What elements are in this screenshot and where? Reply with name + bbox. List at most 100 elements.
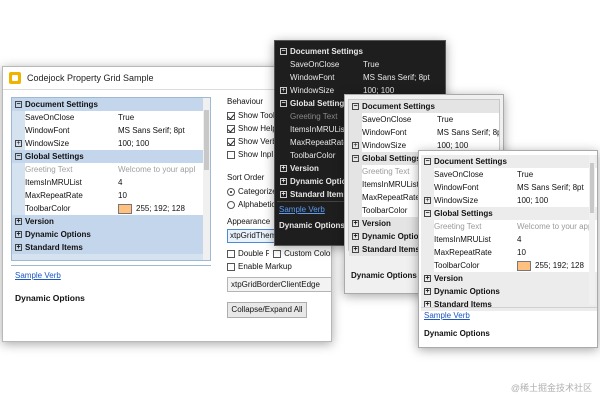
- prop-row[interactable]: WindowFont MS Sans Serif; 8pt: [421, 181, 597, 194]
- prop-row[interactable]: + WindowSize 100; 100: [421, 194, 597, 207]
- prop-name: WindowFont: [25, 126, 70, 135]
- prop-row[interactable]: SaveOnClose True: [277, 58, 443, 71]
- collapse-icon[interactable]: −: [424, 158, 431, 165]
- prop-row[interactable]: + WindowSize 100; 100: [12, 137, 210, 150]
- prop-value[interactable]: 100; 100: [115, 137, 210, 150]
- prop-value[interactable]: 4: [115, 176, 210, 189]
- expand-icon[interactable]: +: [424, 197, 431, 204]
- prop-value[interactable]: 10: [115, 189, 210, 202]
- expand-icon[interactable]: +: [352, 233, 359, 240]
- category-version[interactable]: + Version: [421, 272, 597, 285]
- expand-icon[interactable]: +: [15, 218, 22, 225]
- prop-value[interactable]: MS Sans Serif; 8pt: [115, 124, 210, 137]
- expand-icon[interactable]: +: [280, 178, 287, 185]
- color-swatch: [517, 260, 531, 271]
- property-grid[interactable]: − Document Settings SaveOnClose True Win…: [11, 97, 211, 261]
- prop-row[interactable]: Greeting Text Welcome to your appl: [421, 220, 597, 233]
- app-logo-icon: [9, 72, 21, 84]
- watermark-text: @稀土掘金技术社区: [510, 383, 592, 393]
- custom-colors-checkbox[interactable]: [273, 249, 282, 258]
- prop-name: WindowSize: [25, 139, 70, 148]
- category-document-settings[interactable]: − Document Settings: [421, 155, 597, 168]
- dark-sample-verb-link[interactable]: Sample Verb: [279, 205, 325, 214]
- enable-markup-checkbox[interactable]: Enable Markup: [227, 260, 331, 273]
- prop-value[interactable]: 255; 192; 128: [115, 202, 210, 215]
- front-sample-verb-link[interactable]: Sample Verb: [424, 311, 470, 320]
- prop-row[interactable]: ItemsInMRUList 4: [12, 176, 210, 189]
- collapse-icon[interactable]: −: [15, 153, 22, 160]
- category-standard-items[interactable]: + Standard Items: [421, 298, 597, 311]
- collapse-expand-button[interactable]: Collapse/Expand All: [227, 302, 307, 318]
- prop-row[interactable]: SaveOnClose True: [12, 111, 210, 124]
- checkbox[interactable]: [227, 111, 235, 120]
- category-global-settings[interactable]: − Global Settings: [12, 150, 210, 163]
- radio-button[interactable]: [227, 200, 235, 209]
- expand-icon[interactable]: +: [15, 244, 22, 251]
- expand-icon[interactable]: +: [424, 288, 431, 295]
- double-font-checkbox[interactable]: Double FontCustom Colors: [227, 247, 331, 260]
- front-scrollbar[interactable]: [589, 155, 595, 305]
- expand-icon[interactable]: +: [424, 275, 431, 282]
- prop-row[interactable]: ToolbarColor 255; 192; 128: [421, 259, 597, 272]
- collapse-icon[interactable]: −: [424, 210, 431, 217]
- front-property-grid[interactable]: − Document Settings SaveOnClose True Windo…: [421, 155, 597, 311]
- prop-row[interactable]: SaveOnClose True: [349, 113, 499, 126]
- prop-row[interactable]: ItemsInMRUList 4: [421, 233, 597, 246]
- prop-row[interactable]: ToolbarColor 255; 192; 128: [12, 202, 210, 215]
- collapse-icon[interactable]: −: [280, 100, 287, 107]
- category-standard-items[interactable]: + Standard Items: [12, 241, 210, 254]
- expand-icon[interactable]: +: [280, 87, 287, 94]
- color-swatch: [118, 203, 132, 214]
- prop-name: Greeting Text: [25, 165, 73, 174]
- expand-icon[interactable]: +: [352, 142, 359, 149]
- prop-row[interactable]: MaxRepeatRate 10: [421, 246, 597, 259]
- help-title: Dynamic Options: [15, 293, 85, 303]
- category-dynamic-options[interactable]: + Dynamic Options: [421, 285, 597, 298]
- radio-button[interactable]: [227, 187, 235, 196]
- prop-row[interactable]: SaveOnClose True: [421, 168, 597, 181]
- window-title: Codejock Property Grid Sample: [27, 73, 154, 83]
- sample-verb-link[interactable]: Sample Verb: [15, 271, 61, 280]
- mid-help-title: Dynamic Options: [351, 271, 417, 280]
- prop-name: ItemsInMRUList: [25, 178, 82, 187]
- dark-help-title: Dynamic Options: [279, 221, 345, 230]
- checkbox[interactable]: [227, 124, 235, 133]
- expand-icon[interactable]: +: [352, 220, 359, 227]
- prop-name: MaxRepeatRate: [25, 191, 83, 200]
- prop-name: SaveOnClose: [25, 113, 75, 122]
- office-theme-window: − Document Settings SaveOnClose True Windo…: [418, 150, 598, 348]
- prop-name: ToolbarColor: [25, 204, 71, 213]
- category-version[interactable]: + Version: [12, 215, 210, 228]
- expand-icon[interactable]: +: [15, 231, 22, 238]
- checkbox[interactable]: [227, 150, 235, 159]
- collapse-icon[interactable]: −: [280, 48, 287, 55]
- prop-row[interactable]: WindowFont MS Sans Serif; 8pt: [277, 71, 443, 84]
- grid-scrollbar[interactable]: [203, 98, 210, 260]
- prop-row[interactable]: Greeting Text Welcome to your appl: [12, 163, 210, 176]
- category-document-settings[interactable]: − Document Settings: [277, 45, 443, 58]
- prop-value[interactable]: True: [115, 111, 210, 124]
- checkbox[interactable]: [227, 137, 235, 146]
- border-style-select[interactable]: xtpGridBorderClientEdge: [227, 277, 331, 292]
- expand-icon[interactable]: +: [352, 246, 359, 253]
- collapse-icon[interactable]: −: [352, 103, 359, 110]
- checkbox[interactable]: [227, 249, 235, 258]
- category-dynamic-options[interactable]: + Dynamic Options: [12, 228, 210, 241]
- category-document-settings[interactable]: − Document Settings: [349, 100, 499, 113]
- expand-icon[interactable]: +: [280, 165, 287, 172]
- front-help-title: Dynamic Options: [424, 329, 490, 338]
- collapse-icon[interactable]: −: [352, 155, 359, 162]
- prop-value[interactable]: Welcome to your appl: [115, 163, 210, 176]
- theme-select[interactable]: xtpGridThem: [227, 229, 279, 243]
- help-panel: Dynamic Options: [11, 289, 211, 335]
- prop-row[interactable]: WindowFont MS Sans Serif; 8pt: [12, 124, 210, 137]
- verbs-panel: Sample Verb: [11, 265, 211, 281]
- checkbox[interactable]: [227, 262, 235, 271]
- category-document-settings[interactable]: − Document Settings: [12, 98, 210, 111]
- expand-icon[interactable]: +: [15, 140, 22, 147]
- category-global-settings[interactable]: − Global Settings: [421, 207, 597, 220]
- prop-row[interactable]: MaxRepeatRate 10: [12, 189, 210, 202]
- prop-row[interactable]: WindowFont MS Sans Serif; 8pt: [349, 126, 499, 139]
- expand-icon[interactable]: +: [280, 191, 287, 198]
- collapse-icon[interactable]: −: [15, 101, 22, 108]
